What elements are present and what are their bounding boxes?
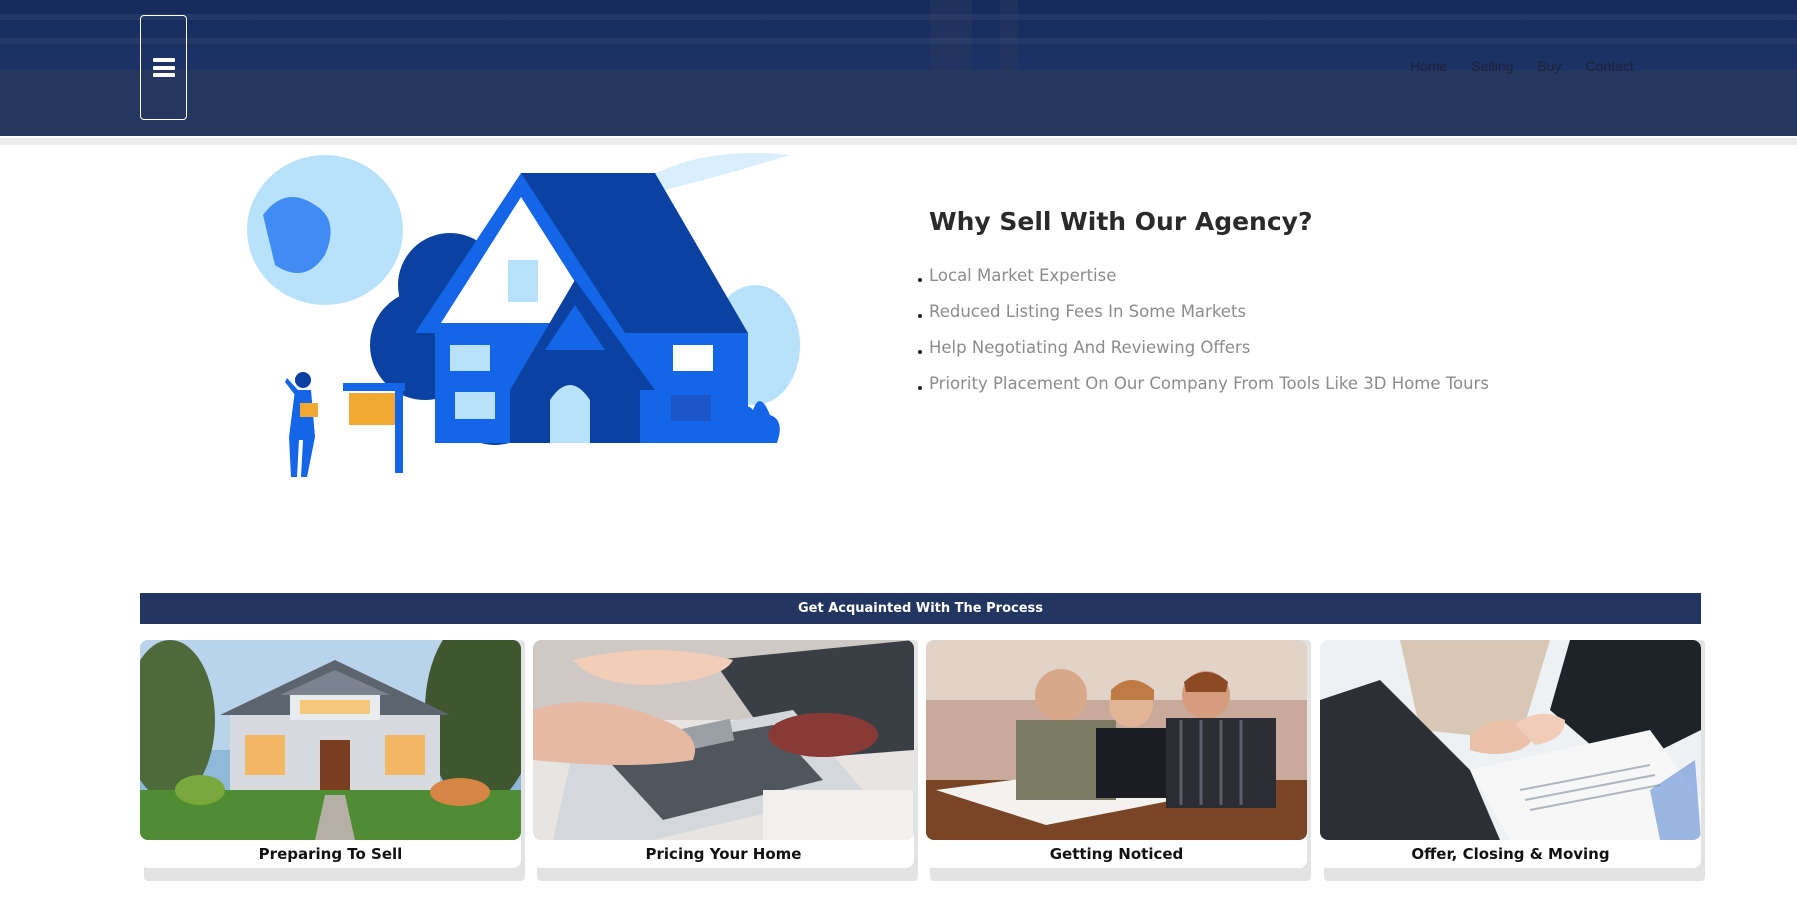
- process-card-noticed[interactable]: Getting Noticed: [926, 640, 1307, 868]
- nav-link-home[interactable]: Home: [1410, 58, 1447, 74]
- process-card-pricing[interactable]: Pricing Your Home: [533, 640, 914, 868]
- menu-toggle-button[interactable]: [140, 15, 187, 120]
- list-item: Reduced Listing Fees In Some Markets: [915, 302, 1489, 338]
- calculator-photo: [533, 640, 914, 840]
- handshake-contract-photo: [1320, 640, 1701, 840]
- bullet-icon: [918, 314, 922, 318]
- bullet-icon: [918, 386, 922, 390]
- nav-link-buy[interactable]: Buy: [1537, 58, 1561, 74]
- process-title: Get Acquainted With The Process: [797, 601, 1044, 616]
- process-section-header: Get Acquainted With The Process: [140, 593, 1701, 624]
- hamburger-menu-icon: [152, 58, 175, 77]
- header-divider: [0, 136, 1797, 145]
- list-item: Priority Placement On Our Company From T…: [915, 374, 1489, 410]
- list-item: Local Market Expertise: [915, 266, 1489, 302]
- top-nav: Home Selling Buy Contact: [1410, 58, 1634, 74]
- process-card-preparing[interactable]: Preparing To Sell: [140, 640, 521, 868]
- hero-title: Why Sell With Our Agency?: [929, 207, 1313, 236]
- card-label: Getting Noticed: [1049, 845, 1184, 863]
- bullet-icon: [918, 278, 922, 282]
- card-label: Offer, Closing & Moving: [1411, 845, 1610, 863]
- card-label: Preparing To Sell: [258, 845, 403, 863]
- process-card-closing[interactable]: Offer, Closing & Moving: [1320, 640, 1701, 868]
- bullet-icon: [918, 350, 922, 354]
- family-meeting-photo: [926, 640, 1307, 840]
- card-label: Pricing Your Home: [645, 845, 802, 863]
- list-item: Help Negotiating And Reviewing Offers: [915, 338, 1489, 374]
- house-for-sale-illustration: [247, 153, 800, 477]
- site-header: Home Selling Buy Contact: [0, 0, 1797, 138]
- house-exterior-photo: [140, 640, 521, 840]
- nav-link-selling[interactable]: Selling: [1471, 58, 1513, 74]
- nav-link-contact[interactable]: Contact: [1586, 58, 1634, 74]
- benefits-list: Local Market Expertise Reduced Listing F…: [915, 266, 1489, 410]
